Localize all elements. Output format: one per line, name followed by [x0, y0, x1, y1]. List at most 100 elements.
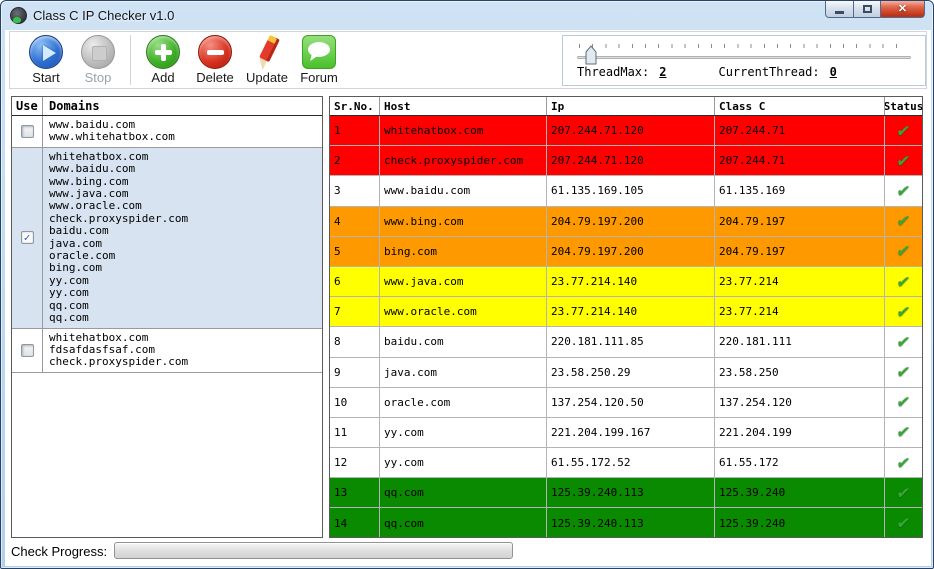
- domain-item: yy.com: [49, 275, 322, 287]
- table-row[interactable]: 13qq.com125.39.240.113125.39.240✔: [330, 478, 922, 508]
- update-icon: [250, 35, 284, 69]
- cell-sr: 5: [330, 237, 380, 266]
- update-button[interactable]: Update: [241, 35, 293, 85]
- table-row[interactable]: 3www.baidu.com61.135.169.10561.135.169✔: [330, 176, 922, 206]
- domain-group-row[interactable]: whitehatbox.comfdsafdasfsaf.comcheck.pro…: [12, 329, 322, 373]
- cell-class_c: 221.204.199: [715, 418, 885, 447]
- cell-class_c: 207.244.71: [715, 116, 885, 145]
- minimize-button[interactable]: [825, 0, 854, 18]
- cell-ip: 137.254.120.50: [547, 388, 715, 417]
- cell-ip: 125.39.240.113: [547, 478, 715, 507]
- table-row[interactable]: 1whitehatbox.com207.244.71.120207.244.71…: [330, 116, 922, 146]
- table-row[interactable]: 14qq.com125.39.240.113125.39.240✔: [330, 508, 922, 538]
- delete-button[interactable]: Delete: [189, 35, 241, 85]
- threadmax-value: 2: [659, 65, 666, 79]
- add-button[interactable]: Add: [137, 35, 189, 85]
- stop-button[interactable]: Stop: [72, 35, 124, 85]
- maximize-button[interactable]: [854, 0, 881, 18]
- currentthread-label: CurrentThread:: [718, 65, 819, 79]
- checkbox-unchecked[interactable]: [21, 125, 34, 138]
- cell-sr: 9: [330, 358, 380, 387]
- thread-labels: ThreadMax: 2 CurrentThread: 0: [577, 65, 911, 79]
- start-icon: [29, 35, 63, 69]
- table-row[interactable]: 8baidu.com220.181.111.85220.181.111✔: [330, 327, 922, 357]
- delete-icon: [198, 35, 232, 69]
- domain-list[interactable]: whitehatbox.comwww.baidu.comwww.bing.com…: [43, 148, 322, 328]
- check-progress-label: Check Progress:: [11, 544, 107, 559]
- cell-ip: 23.77.214.140: [547, 297, 715, 326]
- check-icon: ✔: [897, 514, 910, 532]
- cell-class_c: 220.181.111: [715, 327, 885, 356]
- slider-thumb[interactable]: [585, 45, 597, 70]
- cell-class_c: 137.254.120: [715, 388, 885, 417]
- cell-host: qq.com: [380, 478, 547, 507]
- table-row[interactable]: 12yy.com61.55.172.5261.55.172✔: [330, 448, 922, 478]
- cell-host: yy.com: [380, 418, 547, 447]
- table-row[interactable]: 2check.proxyspider.com207.244.71.120207.…: [330, 146, 922, 176]
- cell-class_c: 204.79.197: [715, 207, 885, 236]
- use-cell: [12, 329, 43, 372]
- table-row[interactable]: 5bing.com204.79.197.200204.79.197✔: [330, 237, 922, 267]
- cell-class_c: 23.77.214: [715, 297, 885, 326]
- checkbox-checked[interactable]: ✓: [21, 231, 34, 244]
- table-row[interactable]: 9java.com23.58.250.2923.58.250✔: [330, 358, 922, 388]
- start-button[interactable]: Start: [20, 35, 72, 85]
- slider-track[interactable]: [577, 56, 911, 59]
- domain-list[interactable]: whitehatbox.comfdsafdasfsaf.comcheck.pro…: [43, 329, 322, 372]
- thread-settings-group: ThreadMax: 2 CurrentThread: 0: [562, 35, 926, 86]
- window-title: Class C IP Checker v1.0: [33, 8, 174, 23]
- use-cell: ✓: [12, 148, 43, 328]
- cell-status: ✔: [885, 327, 922, 356]
- cell-status: ✔: [885, 116, 922, 145]
- cell-ip: 207.244.71.120: [547, 116, 715, 145]
- column-header-sr: Sr.No.: [330, 97, 380, 115]
- cell-host: qq.com: [380, 508, 547, 537]
- cell-class_c: 23.58.250: [715, 358, 885, 387]
- cell-status: ✔: [885, 146, 922, 175]
- cell-ip: 207.244.71.120: [547, 146, 715, 175]
- table-row[interactable]: 7www.oracle.com23.77.214.14023.77.214✔: [330, 297, 922, 327]
- cell-host: www.java.com: [380, 267, 547, 296]
- check-icon: ✔: [897, 454, 910, 472]
- cell-ip: 23.77.214.140: [547, 267, 715, 296]
- toolbar: Start Stop Add Delete UpdateForum ThreadMax:…: [9, 31, 927, 89]
- domain-group-row[interactable]: ✓ whitehatbox.comwww.baidu.comwww.bing.co…: [12, 148, 322, 329]
- column-header-host: Host: [380, 97, 547, 115]
- domain-groups: www.baidu.comwww.whitehatbox.com✓whiteha…: [12, 116, 322, 373]
- title-bar: Class C IP Checker v1.0 ✕: [1, 1, 933, 30]
- cell-ip: 61.55.172.52: [547, 448, 715, 477]
- domain-group-row[interactable]: www.baidu.comwww.whitehatbox.com: [12, 116, 322, 148]
- forum-button[interactable]: Forum: [293, 35, 345, 85]
- cell-status: ✔: [885, 237, 922, 266]
- cell-host: www.bing.com: [380, 207, 547, 236]
- check-icon: ✔: [897, 484, 910, 502]
- domain-list[interactable]: www.baidu.comwww.whitehatbox.com: [43, 116, 322, 147]
- cell-class_c: 125.39.240: [715, 508, 885, 537]
- cell-status: ✔: [885, 448, 922, 477]
- cell-host: www.baidu.com: [380, 176, 547, 205]
- cell-sr: 2: [330, 146, 380, 175]
- domain-item: check.proxyspider.com: [49, 356, 322, 368]
- domain-item: bing.com: [49, 262, 322, 274]
- domain-item: www.whitehatbox.com: [49, 131, 322, 143]
- checkbox-unchecked[interactable]: [21, 344, 34, 357]
- slider-ticks: [579, 44, 909, 48]
- cell-sr: 12: [330, 448, 380, 477]
- domain-item: www.baidu.com: [49, 163, 322, 175]
- check-progress-bar: [114, 542, 513, 559]
- add-icon: [146, 35, 180, 69]
- table-row[interactable]: 11yy.com221.204.199.167221.204.199✔: [330, 418, 922, 448]
- domains-panel: Use Domains www.baidu.comwww.whitehatbox…: [11, 96, 323, 538]
- close-button[interactable]: ✕: [881, 0, 925, 18]
- table-row[interactable]: 4www.bing.com204.79.197.200204.79.197✔: [330, 207, 922, 237]
- app-icon: [10, 7, 27, 24]
- delete-button-label: Delete: [196, 70, 234, 85]
- stop-button-label: Stop: [85, 70, 112, 85]
- cell-status: ✔: [885, 297, 922, 326]
- use-column-header: Use: [12, 97, 43, 115]
- table-row[interactable]: 10oracle.com137.254.120.50137.254.120✔: [330, 388, 922, 418]
- check-icon: ✔: [897, 242, 910, 260]
- thread-slider[interactable]: [577, 50, 911, 64]
- check-icon: ✔: [897, 122, 910, 140]
- table-row[interactable]: 6www.java.com23.77.214.14023.77.214✔: [330, 267, 922, 297]
